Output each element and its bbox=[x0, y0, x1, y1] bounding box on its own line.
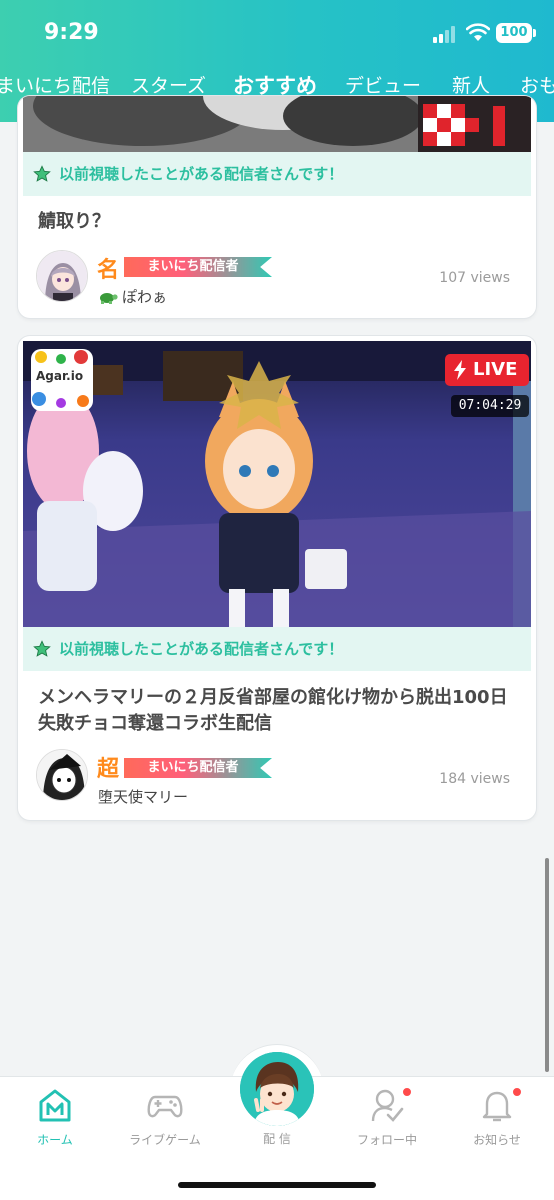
nav-following-label: フォロー中 bbox=[356, 1133, 417, 1147]
watched-before-text: 以前視聴したことがある配信者さんです！ bbox=[59, 640, 344, 658]
bell-icon bbox=[482, 1091, 512, 1122]
view-count: 107 views bbox=[439, 270, 510, 286]
battery-icon: 100 bbox=[496, 23, 536, 43]
star-icon bbox=[33, 640, 51, 657]
cellular-signal-icon bbox=[433, 25, 459, 43]
streamer-name-row[interactable]: ぽわぁ bbox=[98, 286, 167, 307]
stream-card[interactable]: 以前視聴したことがある配信者さんです！ 鯖取り？ 名 まいにち配信者 ぽわぁ 1… bbox=[18, 96, 536, 318]
broadcast-button[interactable] bbox=[240, 1052, 314, 1126]
status-bar: 9:29 100 bbox=[0, 0, 554, 66]
nav-notifications[interactable]: お知らせ bbox=[442, 1077, 552, 1157]
view-count: 184 views bbox=[439, 771, 510, 787]
gamepad-icon bbox=[147, 1095, 183, 1118]
star-icon bbox=[33, 165, 51, 182]
streamer-name[interactable]: 堕天使マリー bbox=[98, 786, 188, 807]
nav-live-game-label: ライブゲーム bbox=[129, 1133, 201, 1147]
stream-duration: 07:04:29 bbox=[451, 395, 529, 417]
nav-following[interactable]: フォロー中 bbox=[332, 1077, 442, 1157]
stream-thumbnail[interactable]: Agar.io LIVE 07:04:29 bbox=[23, 341, 531, 627]
turtle-icon bbox=[100, 293, 118, 304]
nav-live-game[interactable]: ライブゲーム bbox=[110, 1077, 220, 1157]
watched-before-text: 以前視聴したことがある配信者さんです！ bbox=[59, 165, 344, 183]
streamer-avatar[interactable] bbox=[36, 250, 88, 302]
status-time: 9:29 bbox=[44, 20, 99, 45]
home-indicator[interactable] bbox=[178, 1182, 376, 1188]
nav-notifications-label: お知らせ bbox=[473, 1133, 521, 1147]
stream-thumbnail[interactable] bbox=[23, 96, 531, 152]
broadcaster-avatar-icon bbox=[240, 1052, 314, 1126]
stream-title[interactable]: メンヘラマリーの２月反省部屋の館化け物から脱出100日失敗チョコ奪還コラボ生配信 bbox=[38, 685, 516, 737]
mainichi-badge: まいにち配信者 bbox=[124, 257, 272, 277]
home-icon bbox=[39, 1089, 71, 1122]
wifi-icon bbox=[466, 23, 490, 41]
live-label: LIVE bbox=[473, 359, 518, 380]
streamer-avatar[interactable] bbox=[36, 749, 88, 801]
scrollbar[interactable] bbox=[545, 858, 549, 1072]
watched-before-notice: 以前視聴したことがある配信者さんです！ bbox=[23, 627, 531, 671]
streamer-name: ぽわぁ bbox=[122, 288, 168, 306]
rank-glyph: 名 bbox=[97, 257, 120, 283]
follow-user-icon bbox=[371, 1089, 404, 1122]
stream-card[interactable]: Agar.io LIVE 07:04:29 以前視聴したことがある配信者さんです… bbox=[18, 336, 536, 820]
nav-home[interactable]: ホーム bbox=[0, 1077, 110, 1157]
live-badge: LIVE bbox=[445, 354, 529, 386]
game-logo: Agar.io bbox=[31, 349, 93, 411]
stream-title[interactable]: 鯖取り？ bbox=[38, 209, 516, 235]
notification-dot bbox=[512, 1087, 522, 1097]
nav-broadcast-label: 配 信 bbox=[263, 1132, 291, 1146]
notification-dot bbox=[402, 1087, 412, 1097]
mainichi-badge: まいにち配信者 bbox=[124, 758, 272, 778]
nav-home-label: ホーム bbox=[37, 1133, 73, 1147]
lightning-icon bbox=[454, 360, 466, 380]
rank-glyph: 超 bbox=[97, 756, 120, 782]
watched-before-notice: 以前視聴したことがある配信者さんです！ bbox=[23, 152, 531, 196]
game-name: Agar.io bbox=[36, 369, 84, 383]
